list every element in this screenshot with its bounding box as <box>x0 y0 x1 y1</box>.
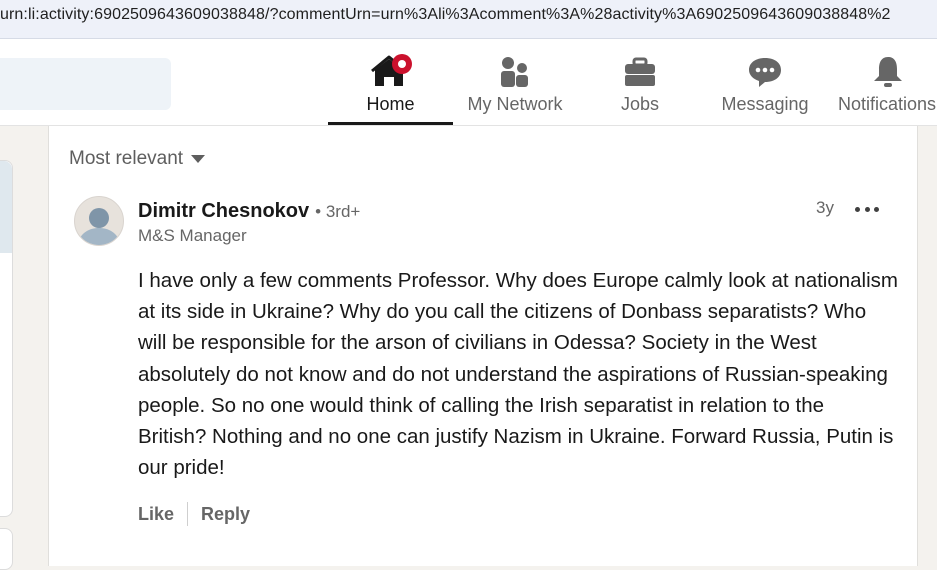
nav-item-home[interactable]: Home <box>328 39 453 125</box>
nav-label-jobs: Jobs <box>620 94 660 114</box>
left-rail-card <box>0 528 13 570</box>
dot <box>874 206 879 212</box>
messaging-icon <box>746 54 784 95</box>
nav-item-notifications[interactable]: Notifications <box>838 39 937 125</box>
caret-down-icon <box>191 155 206 163</box>
nav-label-messaging: Messaging <box>721 94 809 114</box>
search-input[interactable] <box>0 58 171 110</box>
reply-button[interactable]: Reply <box>201 504 250 525</box>
url-text: urn:li:activity:6902509643609038848/?com… <box>0 6 891 23</box>
default-avatar-icon <box>77 208 121 245</box>
nav-label-home: Home <box>366 94 415 114</box>
author-line: Dimitr Chesnokov • 3rd+ <box>138 200 360 223</box>
comment-timestamp: 3y <box>816 198 834 217</box>
network-icon <box>497 54 533 95</box>
bell-icon <box>870 54 906 95</box>
nav-label-notifications: Notifications <box>838 94 937 114</box>
nav-item-messaging[interactable]: Messaging <box>712 39 818 125</box>
home-icon <box>367 54 415 97</box>
profile-card <box>0 160 13 517</box>
like-button[interactable]: Like <box>138 504 174 525</box>
nav-item-my-network[interactable]: My Network <box>455 39 575 125</box>
global-nav: Home My Network Jobs Messaging Notificat… <box>0 39 937 126</box>
nav-item-jobs[interactable]: Jobs <box>590 39 690 125</box>
author-name[interactable]: Dimitr Chesnokov <box>138 200 309 223</box>
dot <box>864 206 870 212</box>
connection-degree: • 3rd+ <box>315 202 361 221</box>
comment-actions: Like Reply <box>138 502 250 526</box>
comments-section: Most relevant Dimitr Chesnokov • 3rd+ M&… <box>48 126 918 566</box>
browser-address-bar[interactable]: urn:li:activity:6902509643609038848/?com… <box>0 0 937 39</box>
dot <box>855 206 860 212</box>
action-divider <box>187 502 189 526</box>
author-headline: M&S Manager <box>138 226 247 245</box>
active-indicator <box>328 122 453 125</box>
avatar[interactable] <box>74 196 124 246</box>
sort-label: Most relevant <box>69 148 184 169</box>
profile-card-banner <box>0 161 12 253</box>
nav-label-my-network: My Network <box>467 94 563 114</box>
briefcase-icon <box>622 54 658 95</box>
sort-dropdown[interactable]: Most relevant <box>69 148 206 170</box>
comment-text: I have only a few comments Professor. Wh… <box>138 269 898 480</box>
more-options-icon[interactable] <box>855 204 879 214</box>
